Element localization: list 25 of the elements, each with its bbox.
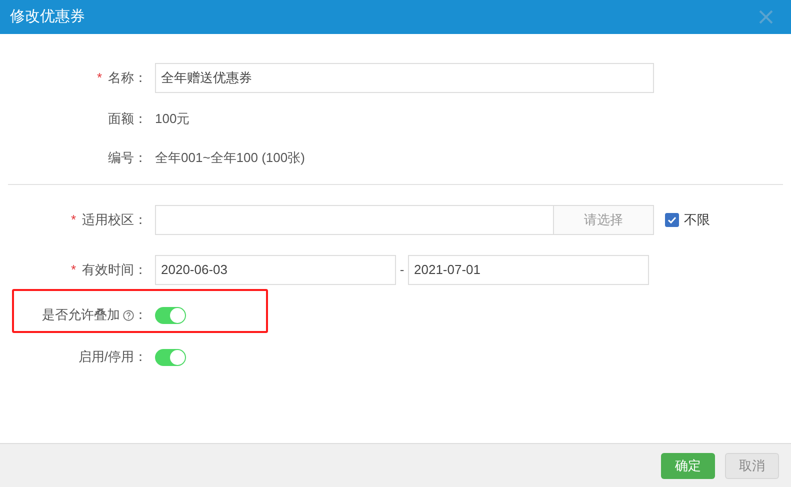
start-date-input[interactable]: 2020-06-03: [155, 255, 396, 285]
required-mark: *: [70, 261, 76, 280]
required-mark: *: [70, 211, 76, 230]
toggle-switch[interactable]: [155, 348, 186, 366]
label-colon: ：: [134, 306, 147, 324]
field-label: 是否允许叠加: [42, 306, 120, 324]
checkbox-label: 不限: [684, 211, 710, 230]
dialog-title: 修改优惠券: [10, 6, 85, 27]
campus-input[interactable]: [155, 205, 553, 235]
field-value: 全年001~全年100 (100张): [155, 149, 305, 168]
field-label: 名称：: [108, 69, 147, 88]
toggle-switch[interactable]: [155, 306, 186, 324]
field-label: 有效时间：: [82, 261, 147, 280]
checkmark-icon: [667, 215, 677, 225]
checkbox[interactable]: [665, 213, 679, 227]
field-value: 100元: [155, 110, 190, 128]
field-label: 面额：: [108, 110, 147, 128]
field-label: 编号：: [108, 149, 147, 168]
date-separator: -: [398, 261, 406, 280]
required-mark: *: [96, 69, 102, 88]
field-label: 启用/停用：: [78, 348, 147, 366]
end-date-input[interactable]: 2021-07-01: [408, 255, 649, 285]
field-label: 适用校区：: [82, 211, 147, 230]
close-icon[interactable]: [759, 10, 773, 24]
name-input[interactable]: 全年赠送优惠券: [155, 63, 654, 93]
